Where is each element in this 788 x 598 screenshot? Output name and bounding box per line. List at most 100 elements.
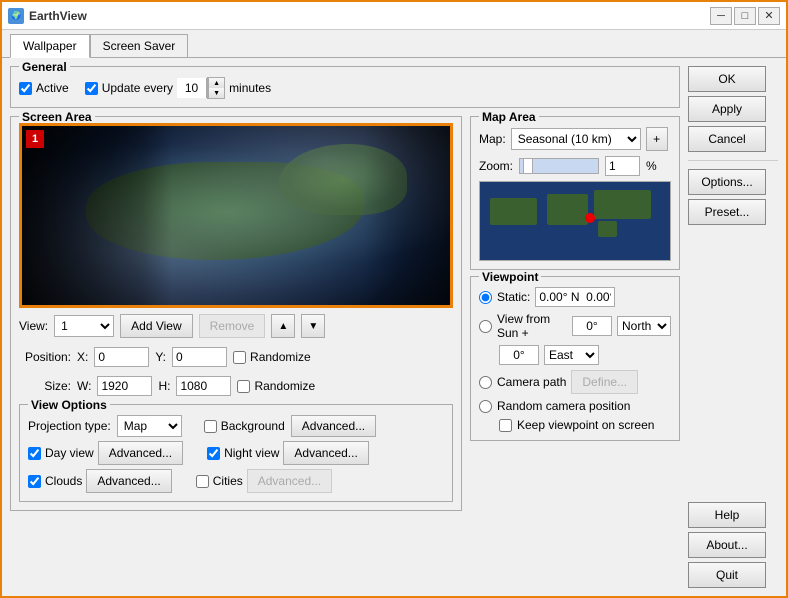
clouds-cities-row: Clouds Advanced... Cities bbox=[28, 469, 444, 493]
randomize1-checkbox[interactable] bbox=[233, 351, 246, 364]
randomize1-label[interactable]: Randomize bbox=[233, 350, 311, 364]
general-title: General bbox=[19, 60, 70, 74]
day-view-checkbox[interactable] bbox=[28, 447, 41, 460]
maximize-button[interactable]: □ bbox=[734, 7, 756, 25]
advanced-clouds-button[interactable]: Advanced... bbox=[86, 469, 171, 493]
static-radio[interactable] bbox=[479, 291, 492, 304]
clouds-checkbox[interactable] bbox=[28, 475, 41, 488]
zoom-label: Zoom: bbox=[479, 159, 513, 173]
tab-screensaver[interactable]: Screen Saver bbox=[90, 34, 189, 57]
camera-path-radio[interactable] bbox=[479, 376, 492, 389]
y-input[interactable] bbox=[172, 347, 227, 367]
main-panel: General Active Update every bbox=[10, 66, 680, 588]
night-view-checkbox[interactable] bbox=[207, 447, 220, 460]
screen-area-inner: 1 View: bbox=[19, 123, 453, 502]
static-row: Static: bbox=[479, 287, 671, 307]
update-spinner[interactable]: ▲ ▼ bbox=[177, 77, 225, 99]
background-label[interactable]: Background bbox=[204, 419, 285, 433]
options-button[interactable]: Options... bbox=[688, 169, 766, 195]
zoom-pct: % bbox=[646, 159, 657, 173]
wm-land-australia bbox=[598, 221, 617, 237]
advanced-cities-button[interactable]: Advanced... bbox=[247, 469, 332, 493]
randomize2-label[interactable]: Randomize bbox=[237, 379, 315, 393]
earth-dark-right bbox=[364, 126, 450, 305]
randomize2-checkbox[interactable] bbox=[237, 380, 250, 393]
spacer bbox=[688, 229, 778, 498]
update-checkbox[interactable] bbox=[85, 82, 98, 95]
spinner-btns: ▲ ▼ bbox=[207, 77, 225, 99]
advanced-bg-button[interactable]: Advanced... bbox=[291, 415, 376, 437]
cities-label[interactable]: Cities bbox=[196, 474, 243, 488]
add-view-button[interactable]: Add View bbox=[120, 314, 192, 338]
sun-deg1[interactable] bbox=[572, 316, 612, 336]
ok-button[interactable]: OK bbox=[688, 66, 766, 92]
update-value[interactable] bbox=[177, 78, 207, 98]
cancel-button[interactable]: Cancel bbox=[688, 126, 766, 152]
night-view-label[interactable]: Night view bbox=[207, 446, 279, 460]
close-button[interactable]: ✕ bbox=[758, 7, 780, 25]
active-label: Active bbox=[36, 81, 69, 95]
w-input[interactable] bbox=[97, 376, 152, 396]
general-section: General Active Update every bbox=[10, 66, 680, 108]
night-view-item: Night view Advanced... bbox=[207, 441, 369, 465]
day-view-label[interactable]: Day view bbox=[28, 446, 94, 460]
random-camera-row: Random camera position bbox=[479, 399, 671, 413]
remove-button[interactable]: Remove bbox=[199, 314, 266, 338]
clouds-text: Clouds bbox=[45, 474, 82, 488]
spinner-up[interactable]: ▲ bbox=[208, 78, 224, 88]
map-add-button[interactable]: + bbox=[646, 127, 668, 151]
tab-bar: Wallpaper Screen Saver bbox=[2, 30, 786, 58]
world-map bbox=[479, 181, 671, 261]
north-select[interactable]: North South bbox=[617, 316, 671, 336]
update-row: Update every ▲ ▼ minutes bbox=[85, 77, 271, 99]
wm-marker bbox=[585, 213, 595, 223]
map-select[interactable]: Seasonal (10 km) bbox=[511, 128, 641, 150]
zoom-value[interactable] bbox=[605, 156, 640, 176]
define-button[interactable]: Define... bbox=[571, 370, 638, 394]
static-value[interactable] bbox=[535, 287, 615, 307]
keep-viewpoint-label: Keep viewpoint on screen bbox=[517, 418, 654, 432]
view-row: View: 1 Add View Remove ▲ ▼ bbox=[19, 314, 453, 338]
arrow-up-button[interactable]: ▲ bbox=[271, 314, 295, 338]
x-input[interactable] bbox=[94, 347, 149, 367]
arrow-down-button[interactable]: ▼ bbox=[301, 314, 325, 338]
wm-land-asia bbox=[594, 190, 651, 220]
about-button[interactable]: About... bbox=[688, 532, 766, 558]
minutes-label: minutes bbox=[229, 81, 271, 95]
apply-button[interactable]: Apply bbox=[688, 96, 766, 122]
map-area-inner: Map: Seasonal (10 km) + Zoom: % bbox=[479, 123, 671, 261]
projection-select[interactable]: Map bbox=[117, 415, 182, 437]
minimize-button[interactable]: ─ bbox=[710, 7, 732, 25]
random-camera-radio[interactable] bbox=[479, 400, 492, 413]
camera-path-label: Camera path bbox=[497, 375, 566, 389]
map-area-title: Map Area bbox=[479, 110, 539, 124]
earth-dark-left bbox=[22, 126, 172, 305]
sun-radio[interactable] bbox=[479, 320, 492, 333]
view-options-grid: Projection type: Map Background Advanced… bbox=[28, 411, 444, 493]
viewpoint-inner: Static: View from Sun + North South bbox=[479, 283, 671, 432]
advanced-night-button[interactable]: Advanced... bbox=[283, 441, 368, 465]
h-input[interactable] bbox=[176, 376, 231, 396]
background-checkbox[interactable] bbox=[204, 420, 217, 433]
active-checkbox-label[interactable]: Active bbox=[19, 81, 69, 95]
active-checkbox[interactable] bbox=[19, 82, 32, 95]
view-select[interactable]: 1 bbox=[54, 315, 114, 337]
cities-checkbox[interactable] bbox=[196, 475, 209, 488]
size-label: Size: bbox=[19, 379, 71, 393]
zoom-slider[interactable] bbox=[519, 158, 599, 174]
help-button[interactable]: Help bbox=[688, 502, 766, 528]
advanced-day-button[interactable]: Advanced... bbox=[98, 441, 183, 465]
east-select[interactable]: East West bbox=[544, 345, 599, 365]
keep-viewpoint-checkbox[interactable] bbox=[499, 419, 512, 432]
clouds-label[interactable]: Clouds bbox=[28, 474, 82, 488]
sun-deg2[interactable] bbox=[499, 345, 539, 365]
quit-button[interactable]: Quit bbox=[688, 562, 766, 588]
spinner-down[interactable]: ▼ bbox=[208, 88, 224, 98]
w-label: W: bbox=[77, 379, 91, 393]
day-view-item: Day view Advanced... bbox=[28, 441, 183, 465]
preset-button[interactable]: Preset... bbox=[688, 199, 766, 225]
update-checkbox-label[interactable]: Update every bbox=[85, 81, 173, 95]
tab-wallpaper[interactable]: Wallpaper bbox=[10, 34, 90, 58]
camera-path-row: Camera path Define... bbox=[479, 370, 671, 394]
map-area-section: Map Area Map: Seasonal (10 km) + Zoom: bbox=[470, 116, 680, 270]
